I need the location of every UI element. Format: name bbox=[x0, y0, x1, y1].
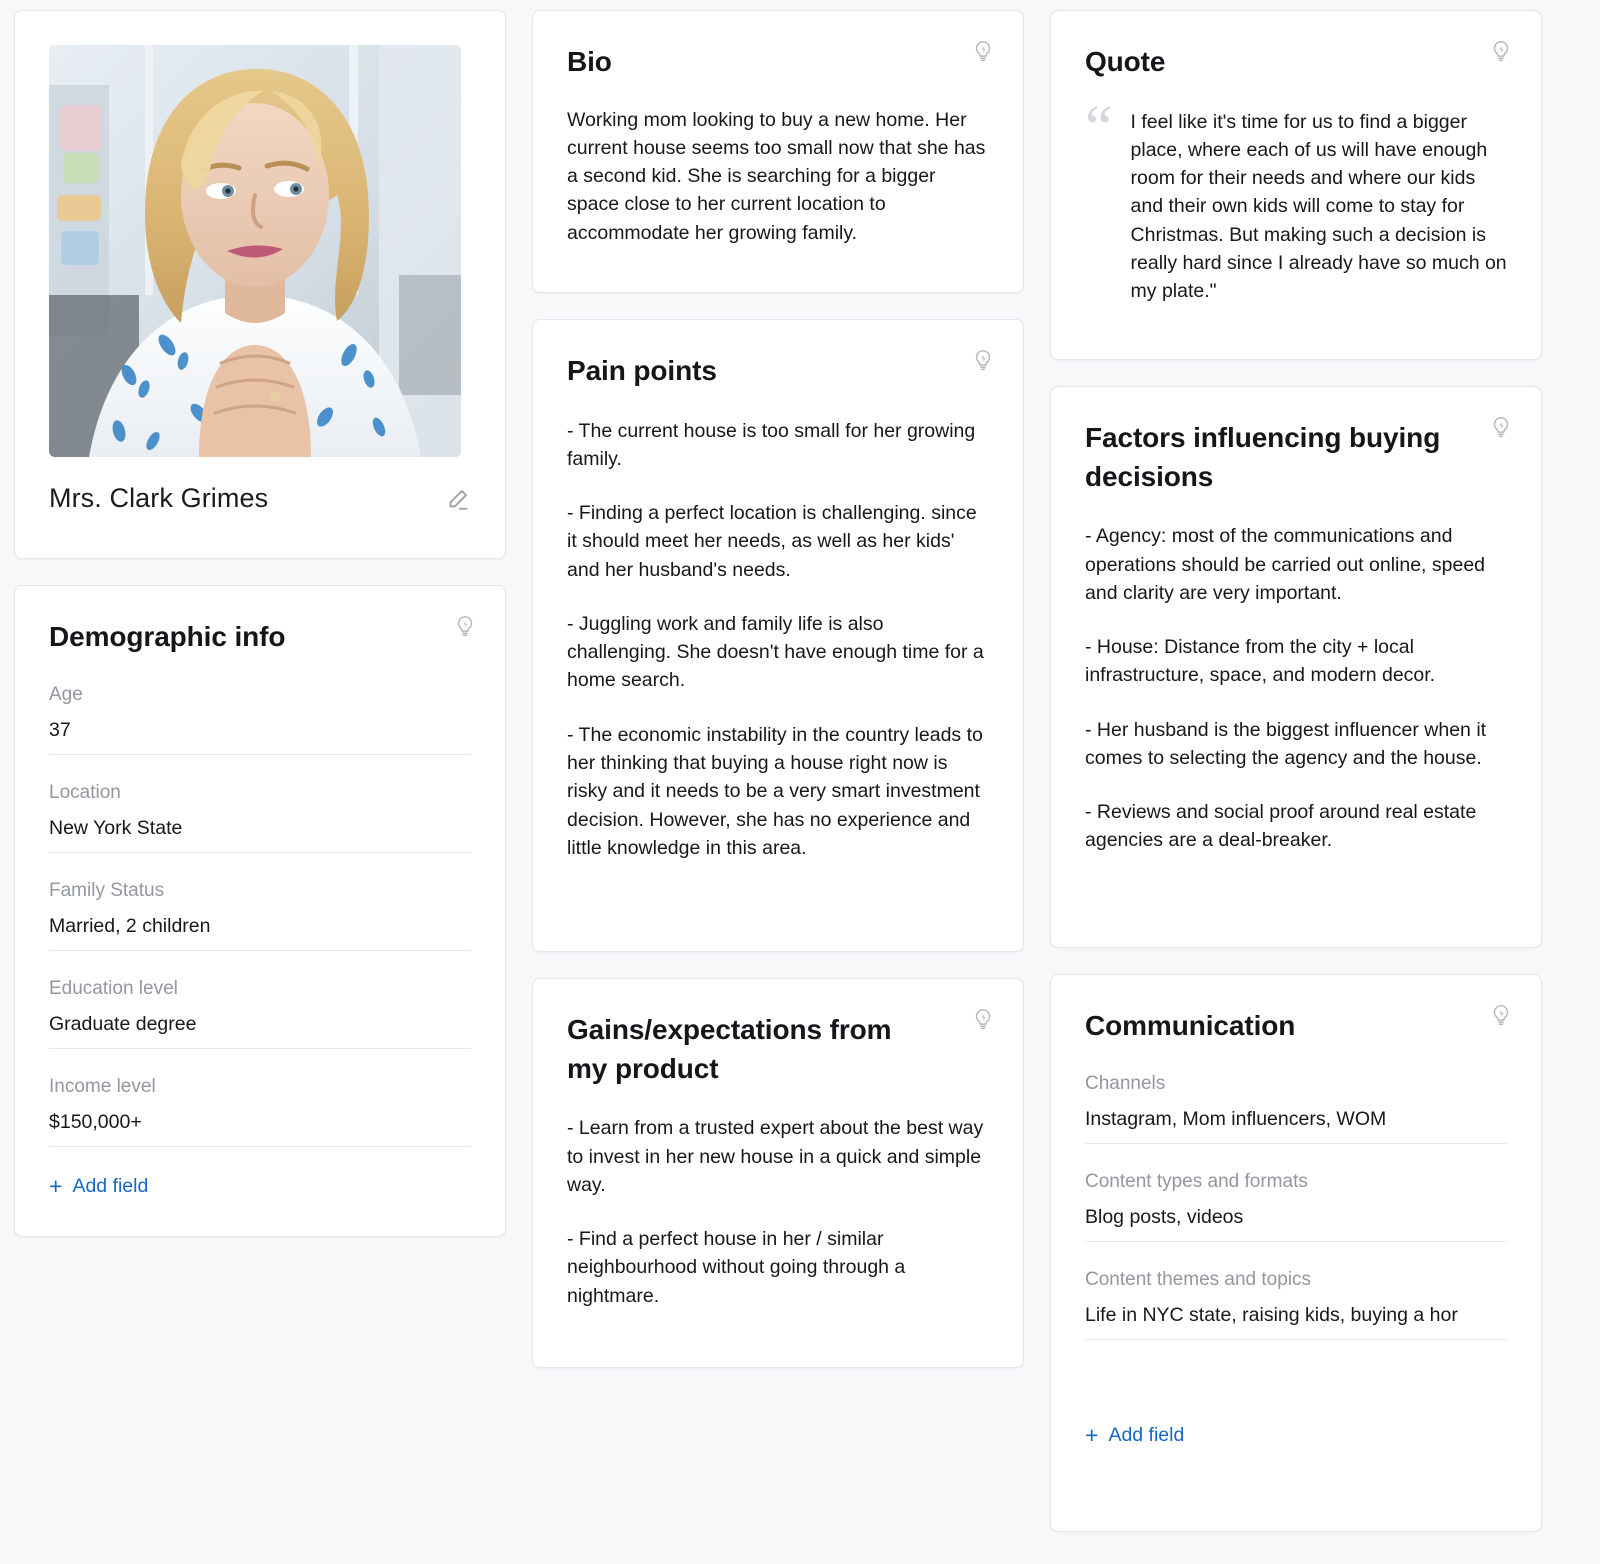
quote-mark-icon: “ bbox=[1085, 93, 1113, 162]
add-field-label: Add field bbox=[1108, 1423, 1185, 1446]
field-value[interactable]: Blog posts, videos bbox=[1085, 1194, 1507, 1242]
demographic-info-card: Demographic info Age 37 Location New Yor… bbox=[14, 585, 506, 1237]
gains-item[interactable]: - Learn from a trusted expert about the … bbox=[567, 1114, 989, 1199]
bio-text[interactable]: Working mom looking to buy a new home. H… bbox=[567, 106, 989, 247]
field-label: Channels bbox=[1085, 1072, 1166, 1094]
lightbulb-bolt-icon[interactable] bbox=[971, 348, 995, 372]
lightbulb-bolt-icon[interactable] bbox=[1489, 1003, 1513, 1027]
card-title: Quote bbox=[1085, 46, 1166, 77]
quote-card: Quote “ I feel like it's time for us to … bbox=[1050, 10, 1542, 360]
field-label: Education level bbox=[49, 977, 178, 999]
persona-board: Mrs. Clark Grimes Demographic info Age 3… bbox=[0, 0, 1600, 1564]
field-content-types-and-formats: Content types and formats Blog posts, vi… bbox=[1085, 1170, 1507, 1242]
communication-card: Communication Channels Instagram, Mom in… bbox=[1050, 974, 1542, 1532]
add-field-label: Add field bbox=[72, 1174, 149, 1197]
field-label: Location bbox=[49, 781, 121, 803]
field-family-status: Family Status Married, 2 children bbox=[49, 879, 471, 951]
avatar[interactable] bbox=[49, 45, 461, 457]
gains-item[interactable]: - Find a perfect house in her / similar … bbox=[567, 1225, 989, 1310]
field-label: Income level bbox=[49, 1075, 156, 1097]
quote-row: “ I feel like it's time for us to find a… bbox=[1085, 93, 1507, 306]
left-column: Mrs. Clark Grimes Demographic info Age 3… bbox=[14, 10, 506, 1564]
field-label: Age bbox=[49, 683, 83, 705]
field-label: Family Status bbox=[49, 879, 165, 901]
pain-point-item[interactable]: - Juggling work and family life is also … bbox=[567, 610, 989, 695]
quote-text[interactable]: I feel like it's time for us to find a b… bbox=[1131, 104, 1507, 306]
pain-point-item[interactable]: - The economic instability in the countr… bbox=[567, 721, 989, 862]
field-value[interactable]: Married, 2 children bbox=[49, 903, 471, 951]
right-column: Quote “ I feel like it's time for us to … bbox=[1050, 10, 1542, 1564]
quote-body: Quote “ I feel like it's time for us to … bbox=[1051, 11, 1541, 343]
field-value[interactable]: 37 bbox=[49, 707, 471, 755]
lightbulb-bolt-icon[interactable] bbox=[1489, 415, 1513, 439]
field-label: Content themes and topics bbox=[1085, 1268, 1312, 1290]
card-title: Demographic info bbox=[49, 621, 286, 652]
card-title: Factors influencing buying decisions bbox=[1085, 422, 1441, 492]
pain-points-body: Pain points - The current house is too s… bbox=[533, 320, 1023, 900]
middle-column: Bio Working mom looking to buy a new hom… bbox=[532, 10, 1024, 1564]
gains-expectations-card: Gains/expectations from my product - Lea… bbox=[532, 978, 1024, 1368]
factor-item[interactable]: - Agency: most of the communications and… bbox=[1085, 522, 1507, 607]
lightbulb-bolt-icon[interactable] bbox=[453, 614, 477, 638]
field-label: Content types and formats bbox=[1085, 1170, 1308, 1192]
add-field-button-communication[interactable]: + Add field bbox=[1085, 1421, 1185, 1448]
field-location: Location New York State bbox=[49, 781, 471, 853]
card-title: Gains/expectations from my product bbox=[567, 1014, 892, 1084]
card-title: Bio bbox=[567, 46, 612, 77]
field-value[interactable]: Life in NYC state, raising kids, buying … bbox=[1085, 1292, 1507, 1340]
plus-icon: + bbox=[1085, 1421, 1099, 1448]
add-field-button-demographic[interactable]: + Add field bbox=[49, 1172, 149, 1199]
gains-expectations-body: Gains/expectations from my product - Lea… bbox=[533, 979, 1023, 1348]
field-channels: Channels Instagram, Mom influencers, WOM bbox=[1085, 1072, 1507, 1144]
communication-body: Communication Channels Instagram, Mom in… bbox=[1051, 975, 1541, 1485]
field-value[interactable]: Instagram, Mom influencers, WOM bbox=[1085, 1096, 1507, 1144]
pencil-icon[interactable] bbox=[445, 486, 471, 512]
field-value[interactable]: Graduate degree bbox=[49, 1001, 471, 1049]
field-income-level: Income level $150,000+ bbox=[49, 1075, 471, 1147]
bio-body: Bio Working mom looking to buy a new hom… bbox=[533, 11, 1023, 285]
demographic-info-body: Demographic info Age 37 Location New Yor… bbox=[15, 586, 505, 1236]
factor-item[interactable]: - House: Distance from the city + local … bbox=[1085, 633, 1507, 690]
pain-point-item[interactable]: - Finding a perfect location is challeng… bbox=[567, 499, 989, 584]
factor-item[interactable]: - Her husband is the biggest influencer … bbox=[1085, 716, 1507, 773]
field-value[interactable]: New York State bbox=[49, 805, 471, 853]
field-education-level: Education level Graduate degree bbox=[49, 977, 471, 1049]
lightbulb-bolt-icon[interactable] bbox=[971, 1007, 995, 1031]
factor-item[interactable]: - Reviews and social proof around real e… bbox=[1085, 798, 1507, 855]
pain-points-card: Pain points - The current house is too s… bbox=[532, 319, 1024, 952]
pain-point-item[interactable]: - The current house is too small for her… bbox=[567, 417, 989, 474]
factors-influencing-buying-decisions-card: Factors influencing buying decisions - A… bbox=[1050, 386, 1542, 948]
field-content-themes-and-topics: Content themes and topics Life in NYC st… bbox=[1085, 1268, 1507, 1340]
profile-name-row: Mrs. Clark Grimes bbox=[49, 483, 471, 514]
factors-body: Factors influencing buying decisions - A… bbox=[1051, 387, 1541, 893]
profile-card: Mrs. Clark Grimes bbox=[14, 10, 506, 559]
field-age: Age 37 bbox=[49, 683, 471, 755]
lightbulb-bolt-icon[interactable] bbox=[1489, 39, 1513, 63]
card-title: Pain points bbox=[567, 355, 717, 386]
lightbulb-bolt-icon[interactable] bbox=[971, 39, 995, 63]
card-title: Communication bbox=[1085, 1010, 1296, 1041]
person-name: Mrs. Clark Grimes bbox=[49, 483, 269, 513]
plus-icon: + bbox=[49, 1172, 63, 1199]
bio-card: Bio Working mom looking to buy a new hom… bbox=[532, 10, 1024, 293]
field-value[interactable]: $150,000+ bbox=[49, 1099, 471, 1147]
